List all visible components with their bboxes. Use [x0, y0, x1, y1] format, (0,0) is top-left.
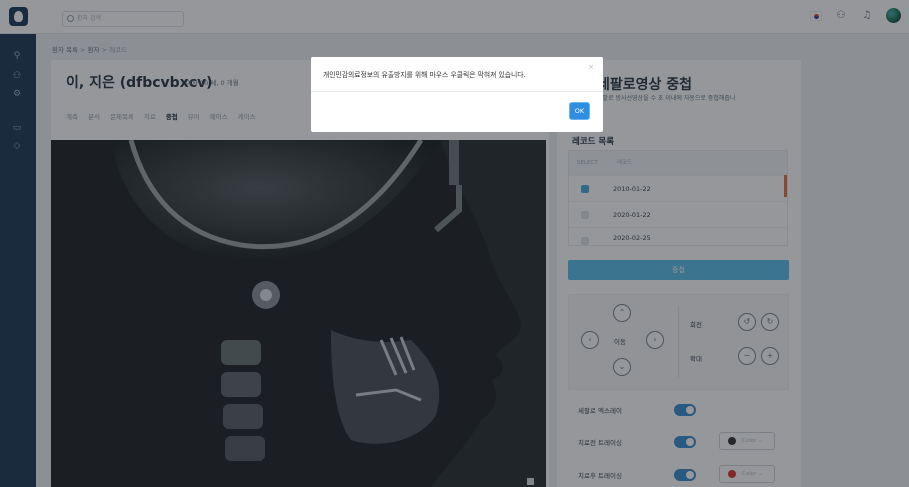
- alert-message: 개인민감의료정보의 유출방지를 위해 마우스 우클릭은 막혀져 있습니다.: [323, 71, 526, 79]
- ok-button[interactable]: OK: [569, 102, 590, 120]
- dialog-divider: [311, 91, 603, 92]
- alert-dialog: 개인민감의료정보의 유출방지를 위해 마우스 우클릭은 막혀져 있습니다. × …: [311, 57, 603, 132]
- close-icon[interactable]: ×: [588, 63, 594, 71]
- app-window: 환자 검색 ⚇ ♫ ⚲ ⚇ ⚙ ▭ ◇ 환자 목록 > 환자 > 레코드 이, …: [0, 0, 909, 487]
